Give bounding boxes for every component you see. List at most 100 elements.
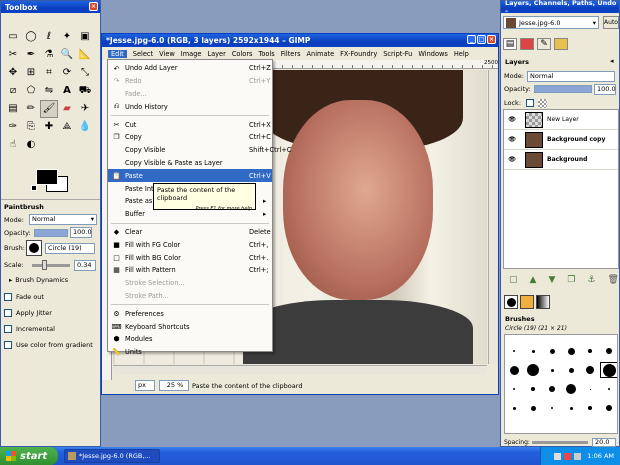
layers-tab-icon[interactable]: ▤ [503,38,517,50]
eraser-tool-icon[interactable]: ▰ [58,100,76,118]
brush-preset[interactable] [562,343,580,359]
edit-menu-item[interactable]: ↶ Undo Add Layer Ctrl+Z [108,62,272,75]
scale-tool-icon[interactable]: ⤡ [76,64,94,82]
anchor-layer-icon[interactable]: ⚓ [587,275,595,286]
edit-menu-item[interactable]: ■ Fill with FG Color Ctrl+, [108,238,272,251]
brush-preset[interactable] [524,381,542,397]
convolve-tool-icon[interactable]: 💧 [76,118,94,136]
brush-preset[interactable] [581,362,599,378]
layers-menu-icon[interactable]: ◂ [610,57,614,65]
taskbar-task[interactable]: *Jesse.jpg-6.0 (RGB,... [64,449,160,463]
brushes-tab-icon[interactable] [504,295,518,309]
zoom-tool-icon[interactable]: 🔍 [58,46,76,64]
brush-preset[interactable] [543,362,561,378]
fuzzy-select-tool-icon[interactable]: ✦ [58,28,76,46]
brush-preset[interactable] [600,381,617,397]
brush-preset[interactable] [524,343,542,359]
rect-select-tool-icon[interactable]: ▭ [4,28,22,46]
menu-layer[interactable]: Layer [207,50,225,58]
brush-preset[interactable] [562,400,580,416]
perspective-clone-tool-icon[interactable]: ⟁ [58,118,76,136]
layer-row[interactable]: 👁 Background [504,150,618,170]
opacity-input[interactable]: 100.0 [70,227,92,238]
menu-colors[interactable]: Colors [232,50,253,58]
scale-slider[interactable] [32,259,70,270]
menu-help[interactable]: Help [454,50,469,58]
color-picker-tool-icon[interactable]: ⚗ [40,46,58,64]
menu-image[interactable]: Image [181,50,202,58]
layer-row[interactable]: 👁 New Layer [504,110,618,130]
apply-jitter-checkbox[interactable] [4,309,12,317]
rotate-tool-icon[interactable]: ⟳ [58,64,76,82]
flip-tool-icon[interactable]: ⇋ [40,82,58,100]
patterns-tab-icon[interactable] [520,295,534,309]
menu-fx-foundry[interactable]: FX-Foundry [340,50,377,58]
brush-preset[interactable] [581,400,599,416]
edit-menu-item[interactable]: ⚙ Preferences [108,307,272,320]
mode-select[interactable]: Normal ▾ [29,214,97,225]
image-selector[interactable]: Jesse.jpg-6.0 ▾ [503,16,599,29]
edit-menu-item[interactable]: □ Fill with BG Color Ctrl+. [108,251,272,264]
move-tool-icon[interactable]: ✥ [4,64,22,82]
menu-view[interactable]: View [159,50,175,58]
brush-preset[interactable] [505,381,523,397]
gradients-tab-icon[interactable] [536,295,550,309]
menu-script-fu[interactable]: Script-Fu [383,50,412,58]
text-tool-icon[interactable]: A [58,82,76,100]
brush-preset[interactable] [600,362,617,378]
menu-select[interactable]: Select [133,50,153,58]
menu-animate[interactable]: Animate [307,50,335,58]
brush-preset[interactable] [505,400,523,416]
raise-layer-icon[interactable]: ▲ [530,275,537,286]
edit-menu-item[interactable]: Copy Visible & Paste as Layer [108,157,272,170]
brush-preset[interactable] [524,400,542,416]
edit-menu-item[interactable]: ⎌ Undo History [108,100,272,113]
opacity-slider[interactable] [34,228,68,237]
blend-tool-icon[interactable]: ▤ [4,100,22,118]
airbrush-tool-icon[interactable]: ✈ [76,100,94,118]
brush-preset[interactable] [600,400,617,416]
eye-icon[interactable]: 👁 [504,156,520,163]
spacing-slider[interactable] [532,440,588,444]
brush-preset[interactable] [581,343,599,359]
edit-menu-item[interactable]: ⬢ Modules [108,333,272,346]
vertical-scrollbar[interactable] [488,70,498,364]
fade-out-checkbox[interactable] [4,293,12,301]
brush-preset[interactable] [524,362,542,378]
duplicate-layer-icon[interactable]: ❐ [567,275,575,286]
edit-menu-item[interactable]: 📋 Paste Ctrl+V [108,169,272,183]
brush-preset[interactable] [543,381,561,397]
perspective-tool-icon[interactable]: ⬠ [22,82,40,100]
layer-mode-select[interactable]: Normal [527,70,615,82]
smudge-tool-icon[interactable]: ☝ [4,136,22,154]
brush-preset[interactable] [562,381,580,397]
edit-menu-item[interactable]: ❐ Copy Ctrl+C [108,131,272,144]
paths-tool-icon[interactable]: ✒ [22,46,40,64]
incremental-checkbox[interactable] [4,325,12,333]
eye-icon[interactable]: 👁 [504,136,520,143]
tray-icon[interactable] [574,452,582,460]
color-select-tool-icon[interactable]: ▣ [76,28,94,46]
brush-preset[interactable] [543,343,561,359]
edit-menu-item[interactable]: ✂ Cut Ctrl+X [108,118,272,131]
expander-icon[interactable]: ▸ [9,276,12,284]
crop-tool-icon[interactable]: ⌗ [40,64,58,82]
paintbrush-tool-icon[interactable]: 🖌 [40,100,58,118]
align-tool-icon[interactable]: ⊞ [22,64,40,82]
edit-menu-item[interactable]: ◆ Clear Delete [108,226,272,239]
tray-icon[interactable] [554,452,562,460]
spacing-input[interactable]: 20.0 [592,437,616,447]
brush-dynamics-label[interactable]: Brush Dynamics [15,276,68,284]
minimize-icon[interactable]: _ [467,35,476,44]
lower-layer-icon[interactable]: ▼ [548,275,555,286]
close-icon[interactable]: × [89,2,98,11]
channels-tab-icon[interactable] [520,38,534,50]
close-icon[interactable]: × [487,35,496,44]
brush-preset[interactable] [505,362,523,378]
brush-preset[interactable] [505,343,523,359]
ellipse-select-tool-icon[interactable]: ◯ [22,28,40,46]
edit-menu-item[interactable]: 📏 Units [108,346,272,359]
start-button[interactable]: start [0,447,58,465]
menu-windows[interactable]: Windows [418,50,447,58]
edit-menu-item[interactable]: ▦ Fill with Pattern Ctrl+; [108,264,272,277]
